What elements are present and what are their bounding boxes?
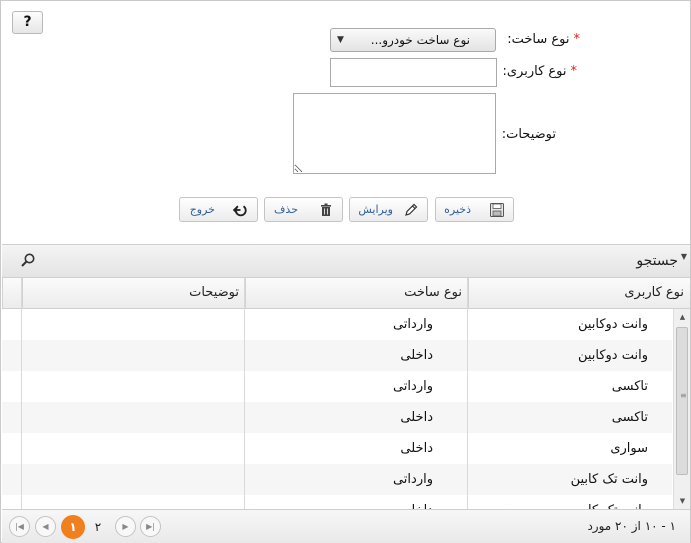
cell-build-type: داخلی [400, 410, 433, 425]
required-mark: * [573, 32, 581, 47]
grip-icon: ≡ [680, 391, 687, 400]
pencil-icon [405, 203, 418, 216]
header-spacer [2, 278, 22, 308]
grid-body: وارداتی وانت دوکابین داخلی وانت دوکابین وارد… [2, 309, 690, 509]
build-type-label: *نوع ساخت: [507, 32, 580, 47]
scroll-up-arrow-icon[interactable]: ▲ [674, 309, 690, 325]
exit-button-label: خروج [189, 203, 215, 216]
cell-description [22, 433, 245, 464]
column-header-usage-type[interactable]: نوع کاربری [468, 278, 690, 308]
cell-description [22, 371, 245, 402]
scroll-down-arrow-icon[interactable]: ▼ [674, 493, 690, 509]
required-mark: * [570, 64, 578, 79]
search-icon[interactable] [20, 252, 36, 268]
cell-description [22, 309, 245, 340]
description-label: توضیحات: [501, 127, 556, 142]
exit-arrow-icon [233, 205, 247, 217]
app-frame: ? *نوع ساخت: نوع ساخت خودرو... ▼ *نوع کا… [0, 0, 691, 543]
column-header-build-type[interactable]: نوع ساخت [245, 278, 468, 308]
cell-description [22, 495, 245, 509]
delete-button[interactable]: حذف [264, 197, 343, 222]
cell-build-type: وارداتی [392, 317, 433, 332]
save-button-label: ذخیره [444, 203, 471, 216]
trash-icon [321, 203, 331, 216]
pager: |◀ ◀ ۱ ۲ ▶ ▶| ۱ - ۱۰ از ۲۰ مورد [2, 509, 690, 543]
cell-usage-type: وانت دوکابین [577, 317, 648, 332]
previous-page-icon[interactable]: ◀ [35, 516, 56, 537]
column-divider [244, 278, 245, 509]
table-row[interactable]: وارداتی تاکسی [2, 371, 672, 402]
grid-header: توضیحات نوع ساخت نوع کاربری [2, 278, 690, 309]
page-2-button[interactable]: ۲ [86, 515, 110, 539]
table-row[interactable]: داخلی سواری [2, 433, 672, 464]
collapse-triangle-icon[interactable]: ▼ [681, 252, 687, 261]
table-row[interactable]: وارداتی وانت تک کابین [2, 464, 672, 495]
cell-usage-type: وانت تک کابین [570, 472, 648, 487]
column-header-description[interactable]: توضیحات [22, 278, 245, 308]
table-row[interactable]: داخلی وانت دوکابین [2, 340, 672, 371]
cell-build-type: داخلی [400, 348, 433, 363]
exit-button[interactable]: خروج [179, 197, 258, 222]
cell-build-type: وارداتی [392, 379, 433, 394]
table-row[interactable]: داخلی تاکسی [2, 402, 672, 433]
next-page-icon[interactable]: ▶ [115, 516, 136, 537]
build-type-selected-value: نوع ساخت خودرو... [370, 33, 470, 47]
save-button[interactable]: ذخیره [435, 197, 514, 222]
help-button[interactable]: ? [12, 11, 43, 34]
search-label: جستجو [636, 253, 678, 269]
cell-usage-type: تاکسی [611, 410, 648, 425]
page-1-button[interactable]: ۱ [61, 515, 85, 539]
delete-button-label: حذف [274, 203, 298, 216]
column-divider [467, 278, 468, 509]
last-page-icon[interactable]: ▶| [140, 516, 161, 537]
cell-description [22, 340, 245, 371]
cell-build-type: داخلی [245, 495, 468, 509]
cell-usage-type: وانت دوکابین [577, 348, 648, 363]
usage-type-label: *نوع کاربری: [502, 64, 578, 79]
cell-usage-type: تاکسی [611, 379, 648, 394]
pager-info: ۱ - ۱۰ از ۲۰ مورد [587, 519, 676, 533]
cell-usage-type: سواری [610, 441, 648, 456]
edit-button-label: ویرایش [358, 203, 393, 216]
cell-usage-type: وانت تک کابین [468, 495, 672, 509]
cell-build-type: وارداتی [392, 472, 433, 487]
edit-button[interactable]: ویرایش [349, 197, 428, 222]
table-row[interactable]: داخلیوانت تک کابین [2, 495, 672, 509]
description-textarea[interactable] [293, 93, 496, 174]
column-divider [21, 278, 22, 509]
cell-description [22, 402, 245, 433]
cell-description [22, 464, 245, 495]
scrollbar-thumb[interactable]: ≡ [676, 327, 688, 475]
build-type-select[interactable]: نوع ساخت خودرو... ▼ [330, 28, 496, 52]
table-row[interactable]: وارداتی وانت دوکابین [2, 309, 672, 340]
search-bar[interactable]: ▼ جستجو [2, 244, 690, 278]
cell-build-type: داخلی [400, 441, 433, 456]
data-grid: توضیحات نوع ساخت نوع کاربری وارداتی وانت … [2, 278, 690, 509]
chevron-down-icon: ▼ [337, 35, 344, 45]
usage-type-input[interactable] [330, 58, 497, 87]
floppy-disk-icon [490, 203, 504, 217]
first-page-icon[interactable]: |◀ [9, 516, 30, 537]
vertical-scrollbar[interactable]: ▲ ≡ ▼ [673, 309, 690, 509]
